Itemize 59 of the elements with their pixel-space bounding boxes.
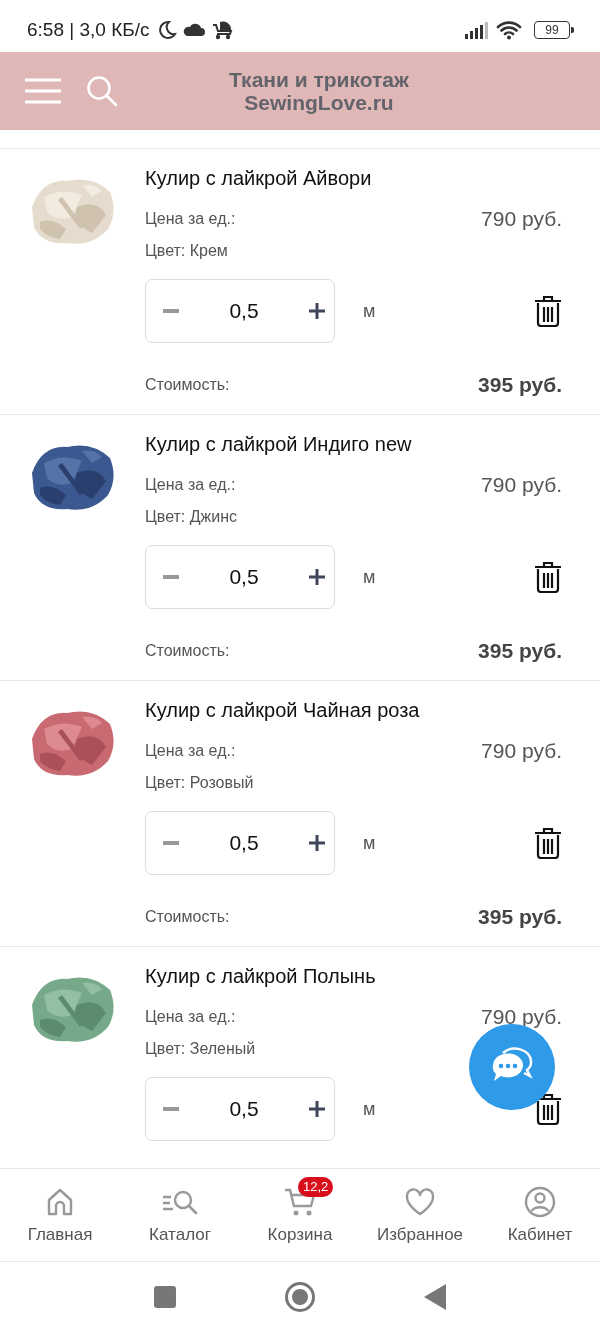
nav-tab[interactable]: Кабинет — [480, 1169, 600, 1261]
user-icon — [524, 1186, 556, 1218]
unit-label: м — [363, 300, 376, 322]
unit-price: 790 руб. — [481, 473, 562, 497]
heart-icon — [404, 1187, 436, 1217]
cost-value: 395 руб. — [478, 905, 562, 929]
cloud-icon — [183, 23, 206, 37]
trash-icon[interactable] — [534, 1093, 562, 1125]
signal-icon — [464, 21, 490, 39]
product-title[interactable]: Кулир с лайкрой Полынь — [145, 962, 562, 990]
cost-label: Стоимость: — [145, 907, 230, 927]
unit-price: 790 руб. — [481, 207, 562, 231]
cart-count-badge: 12,2 — [298, 1177, 334, 1197]
quantity-stepper[interactable]: 0,5 — [145, 279, 335, 343]
nav-tab[interactable]: Главная — [0, 1169, 120, 1261]
nav-tab[interactable]: 12,2 Корзина — [240, 1169, 360, 1261]
plus-icon[interactable] — [309, 1101, 325, 1117]
stroller-icon — [211, 20, 234, 40]
moon-icon — [157, 20, 178, 40]
unit-price: 790 руб. — [481, 739, 562, 763]
cost-value: 395 руб. — [478, 373, 562, 397]
cost-value: 395 руб. — [478, 639, 562, 663]
trash-icon[interactable] — [534, 827, 562, 859]
quantity-stepper[interactable]: 0,5 — [145, 545, 335, 609]
back-button[interactable] — [424, 1284, 446, 1310]
quantity-value: 0,5 — [228, 1097, 260, 1121]
price-label: Цена за ед.: — [145, 475, 236, 495]
status-time: 6:58 | 3,0 КБ/с — [27, 19, 150, 41]
color-label: Цвет: Джинс — [145, 507, 238, 527]
cost-label: Стоимость: — [145, 641, 230, 661]
quantity-value: 0,5 — [228, 831, 260, 855]
unit-label: м — [363, 1098, 376, 1120]
quantity-value: 0,5 — [228, 299, 260, 323]
quantity-stepper[interactable]: 0,5 — [145, 811, 335, 875]
quantity-value: 0,5 — [228, 565, 260, 589]
color-label: Цвет: Розовый — [145, 773, 254, 793]
plus-icon[interactable] — [309, 303, 325, 319]
color-label: Цвет: Крем — [145, 241, 228, 261]
trash-icon[interactable] — [534, 295, 562, 327]
home-button[interactable] — [284, 1281, 316, 1313]
nav-tab[interactable]: Каталог — [120, 1169, 240, 1261]
price-label: Цена за ед.: — [145, 741, 236, 761]
unit-label: м — [363, 566, 376, 588]
quantity-stepper[interactable]: 0,5 — [145, 1077, 335, 1141]
price-label: Цена за ед.: — [145, 209, 236, 229]
home-icon — [45, 1187, 75, 1217]
color-label: Цвет: Зеленый — [145, 1039, 256, 1059]
cost-label: Стоимость: — [145, 375, 230, 395]
trash-icon[interactable] — [534, 561, 562, 593]
wifi-icon — [496, 20, 522, 40]
product-title[interactable]: Кулир с лайкрой Айвори — [145, 164, 562, 192]
nav-tab[interactable]: Избранное — [360, 1169, 480, 1261]
product-title[interactable]: Кулир с лайкрой Индиго new — [145, 430, 562, 458]
price-label: Цена за ед.: — [145, 1007, 236, 1027]
plus-icon[interactable] — [309, 569, 325, 585]
product-title[interactable]: Кулир с лайкрой Чайная роза — [145, 696, 562, 724]
unit-price: 790 руб. — [481, 1005, 562, 1029]
plus-icon[interactable] — [309, 835, 325, 851]
unit-label: м — [363, 832, 376, 854]
